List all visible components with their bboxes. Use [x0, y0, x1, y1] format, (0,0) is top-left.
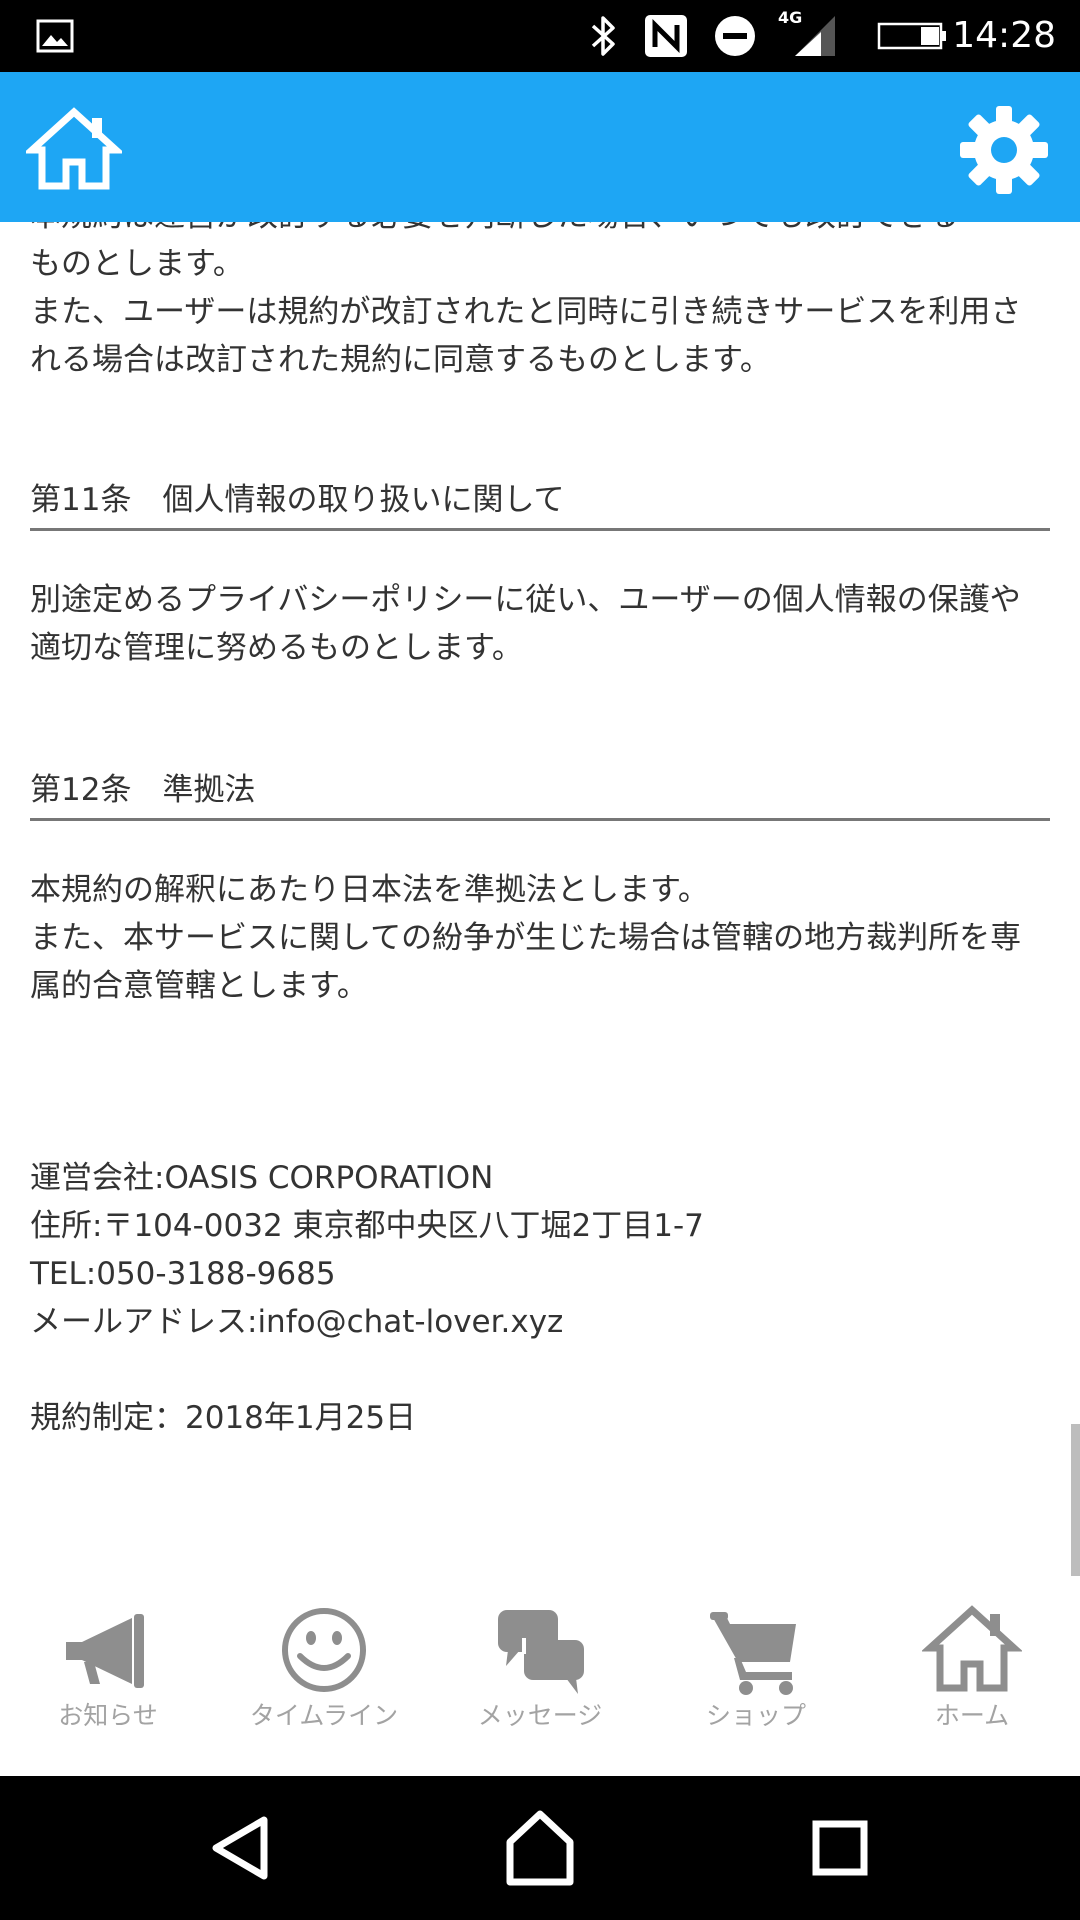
bluetooth-icon: [586, 0, 622, 72]
company-tel: TEL:050-3188-9685: [30, 1256, 336, 1292]
home-icon: [22, 107, 126, 190]
chat-bubbles-icon: [498, 1610, 584, 1694]
system-navigation-bar: [0, 1776, 1080, 1920]
tab-shop-label: ショップ: [705, 1701, 806, 1730]
nfc-icon: [640, 0, 692, 72]
terms-established-date: 規約制定：2018年1月25日: [30, 1400, 417, 1436]
tab-shop[interactable]: ショップ: [648, 1576, 864, 1776]
shopping-cart-icon: [710, 1612, 796, 1695]
app-bar: [0, 72, 1080, 222]
article12-heading: 第12条 準拠法: [30, 762, 1050, 821]
tab-timeline-label: タイムライン: [249, 1701, 399, 1730]
company-email: メールアドレス:info@chat-lover.xyz: [30, 1304, 564, 1340]
tab-home-label: ホーム: [934, 1701, 1010, 1730]
recents-icon: [812, 1820, 868, 1876]
home-icon: [922, 1605, 1022, 1692]
home-icon: [506, 1810, 574, 1886]
tab-messages[interactable]: メッセージ: [432, 1576, 648, 1776]
cut-off-line: 本規約は運営が改訂する必要を判断した場合、いつでも改訂できる: [30, 222, 1050, 240]
nav-back-button[interactable]: [190, 1798, 290, 1898]
tab-news[interactable]: お知らせ: [0, 1576, 216, 1776]
status-bar: 4G 14:28: [0, 0, 1080, 72]
image-icon: [34, 0, 76, 72]
tab-home[interactable]: ホーム: [864, 1576, 1080, 1776]
gear-icon: [960, 106, 1048, 194]
tab-news-label: お知らせ: [58, 1701, 158, 1730]
megaphone-icon: [66, 1614, 144, 1688]
tab-timeline[interactable]: タイムライン: [216, 1576, 432, 1776]
settings-button[interactable]: [958, 104, 1050, 196]
header-home-button[interactable]: [22, 106, 126, 192]
bottom-tab-bar: お知らせ タイムライン メッセージ ショップ ホーム: [0, 1576, 1080, 1776]
company-name: 運営会社:OASIS CORPORATION: [30, 1160, 494, 1196]
screen: 4G 14:28 ものとします。 また、ユーザーは規約が改訂されたと同時に引き続…: [0, 0, 1080, 1920]
terms-content[interactable]: 本規約は運営が改訂する必要を判断した場合、いつでも改訂できる ものとします。 ま…: [0, 222, 1080, 1576]
article11-heading: 第11条 個人情報の取り扱いに関して: [30, 472, 1050, 531]
back-icon: [212, 1816, 268, 1880]
nav-recents-button[interactable]: [790, 1798, 890, 1898]
battery-icon: [876, 0, 948, 72]
do-not-disturb-icon: [712, 0, 758, 72]
nav-home-button[interactable]: [490, 1798, 590, 1898]
article12-body: 本規約の解釈にあたり日本法を準拠法とします。 また、本サービスに関しての紛争が生…: [30, 872, 1022, 1004]
article11-body: 別途定めるプライバシーポリシーに従い、ユーザーの個人情報の保護や適切な管理に努め…: [30, 582, 1021, 666]
status-time: 14:28: [952, 15, 1056, 56]
smiley-icon: [282, 1608, 366, 1692]
signal-icon: [790, 0, 838, 72]
tab-messages-label: メッセージ: [477, 1701, 603, 1730]
company-address: 住所:〒104-0032 東京都中央区八丁堀2丁目1-7: [30, 1208, 704, 1244]
article10-body: ものとします。 また、ユーザーは規約が改訂されたと同時に引き続きサービスを利用さ…: [30, 246, 1022, 378]
